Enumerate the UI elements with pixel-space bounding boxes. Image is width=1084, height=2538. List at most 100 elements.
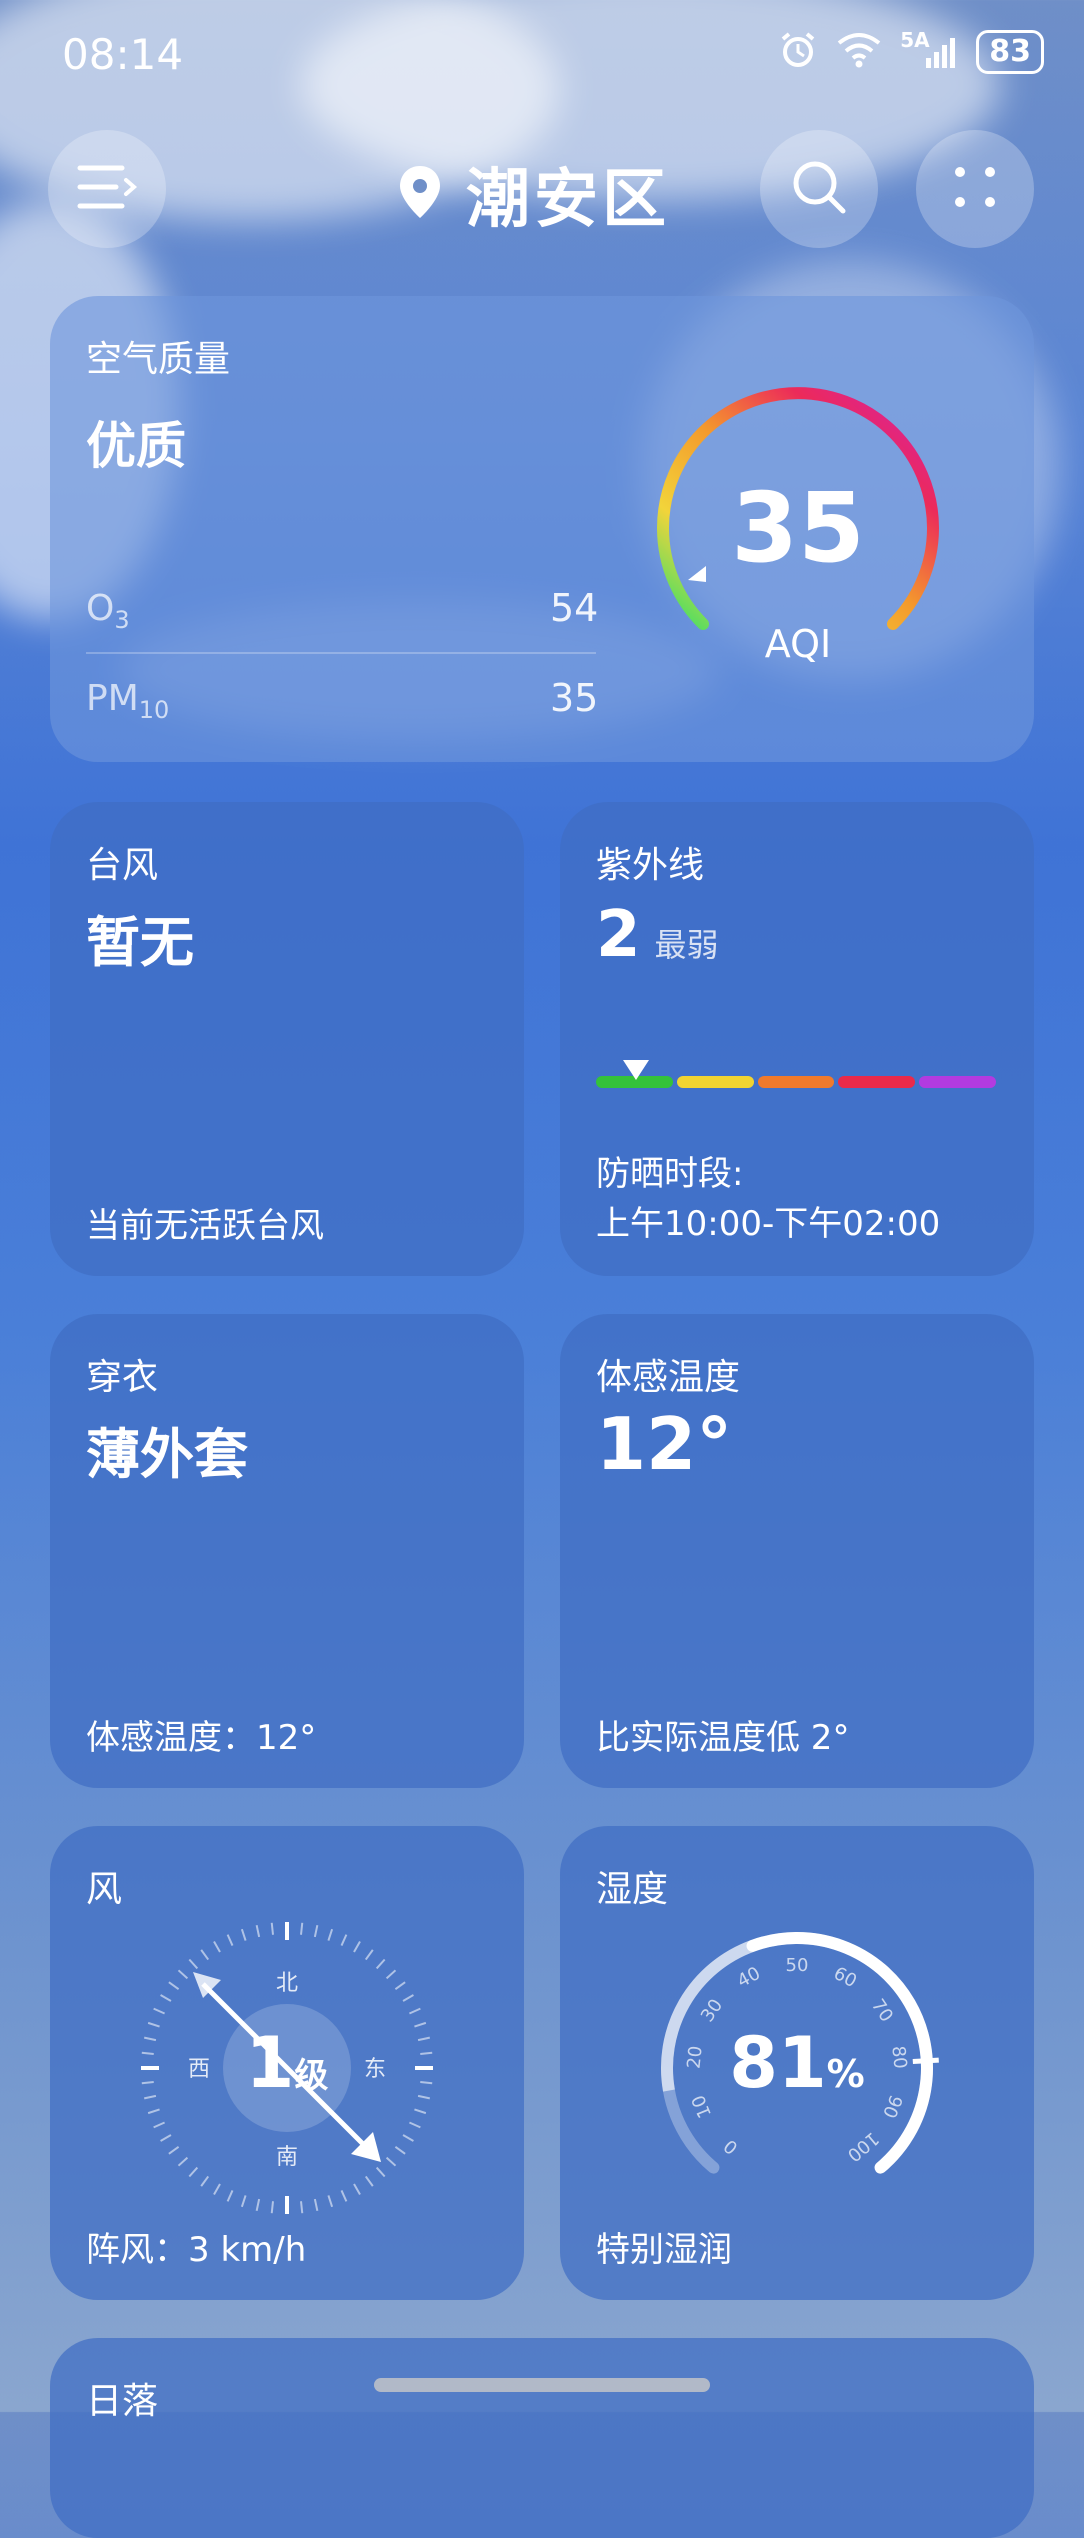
humidity-value: 81%	[729, 2022, 865, 2104]
wind-title: 风	[86, 1869, 123, 1910]
wind-dial-tick	[417, 2036, 431, 2042]
air-quality-card[interactable]: 空气质量 优质 O3 54 PM10 35 35 AQI	[50, 296, 1034, 762]
wind-dial-tick	[385, 1969, 397, 1980]
o3-value: 54	[550, 586, 599, 630]
humidity-tick-label: 100	[843, 2127, 883, 2165]
uv-segment	[919, 1076, 996, 1088]
feels-like-note: 比实际温度低 2°	[596, 1718, 850, 1758]
wind-dial-tick	[420, 2081, 433, 2085]
wind-dial-tick	[143, 2036, 157, 2042]
cell-signal-icon: 5A	[900, 28, 958, 72]
wind-dial-tick	[327, 2195, 334, 2208]
wifi-icon	[836, 31, 882, 73]
humidity-tick-label: 40	[734, 1963, 764, 1992]
wind-dial-tick	[340, 2190, 348, 2202]
wind-dial-tick	[402, 1994, 414, 2002]
wind-dial-tick	[255, 1924, 261, 1938]
battery-indicator: 83	[976, 30, 1044, 74]
wind-dial-tick	[364, 2175, 374, 2187]
humidity-note: 特别湿润	[596, 2230, 732, 2270]
uv-level: 最弱	[654, 926, 719, 964]
aqi-label: AQI	[764, 622, 832, 666]
wind-dial-tick	[270, 1922, 274, 1935]
uv-index: 2	[596, 898, 641, 972]
wind-dial-tick	[375, 1958, 386, 1970]
wind-dial-tick	[168, 1981, 180, 1991]
humidity-marker	[912, 2057, 939, 2065]
uv-segment	[757, 1076, 835, 1088]
location-selector[interactable]: 潮安区	[396, 148, 670, 240]
wind-dial-tick	[240, 1928, 247, 1941]
pm10-label: PM10	[86, 678, 170, 725]
air-quality-level: 优质	[86, 417, 186, 475]
wind-dial-tick	[141, 2051, 154, 2055]
wind-dial-tick	[188, 1958, 199, 1970]
home-indicator[interactable]	[374, 2378, 710, 2392]
wind-dial-tick	[141, 2081, 154, 2085]
location-name: 潮安区	[466, 163, 670, 237]
wind-dial-tick	[313, 2198, 319, 2212]
clothing-title: 穿衣	[86, 1357, 159, 1398]
wind-dial-tick	[300, 1922, 304, 1935]
uv-segment	[676, 1076, 754, 1088]
status-bar: 08:14 5A 83	[0, 0, 1084, 110]
humidity-tick-label: 60	[830, 1963, 860, 1992]
search-icon	[789, 157, 849, 221]
wind-dial-tick	[375, 2166, 386, 2178]
uv-title: 紫外线	[596, 845, 705, 886]
search-button[interactable]	[760, 130, 878, 248]
wind-dial-tick	[385, 2156, 397, 2167]
more-button[interactable]	[916, 130, 1034, 248]
uv-card[interactable]: 紫外线 2 最弱 防晒时段: 上午10:00-下午02:00	[560, 802, 1034, 1276]
wind-dial-tick	[353, 2183, 361, 2195]
wind-dial-tick	[327, 1928, 334, 1941]
status-time: 08:14	[62, 30, 184, 79]
uv-reading: 2 最弱	[596, 898, 719, 972]
top-bar: 潮安区	[0, 130, 1084, 250]
wind-dial-tick	[200, 2175, 210, 2187]
wind-gust: 阵风：3 km/h	[86, 2230, 307, 2270]
uv-segment	[838, 1076, 916, 1088]
aqi-value: 35	[731, 472, 865, 584]
wind-dial-tick	[143, 2094, 157, 2100]
wind-dial-tick	[147, 2021, 160, 2028]
sunset-title: 日落	[86, 2381, 159, 2422]
wind-dial-tick	[409, 2121, 421, 2129]
o3-label: O3	[86, 588, 130, 635]
wind-dial-tick	[168, 2145, 180, 2155]
clothing-card[interactable]: 穿衣 薄外套 体感温度：12°	[50, 1314, 524, 1788]
wind-dial-tick	[226, 1934, 234, 1946]
wind-dial-tick	[177, 2156, 189, 2167]
uv-marker-icon	[621, 1058, 651, 1086]
wind-dir-s: 南	[276, 2145, 298, 2170]
wind-dial-tick	[364, 1949, 374, 1961]
feels-like-card[interactable]: 体感温度 12° 比实际温度低 2°	[560, 1314, 1034, 1788]
wind-dial-tick	[402, 2134, 414, 2142]
wind-dial-tick	[255, 2198, 261, 2212]
typhoon-title: 台风	[86, 845, 159, 886]
clothing-note: 体感温度：12°	[86, 1718, 317, 1758]
wind-dial-tick	[420, 2051, 433, 2055]
humidity-card[interactable]: 湿度 0 10 20 30 40 50 60 70 80 90 100 81% 特别湿润	[560, 1826, 1034, 2300]
wind-dir-w: 西	[188, 2057, 210, 2082]
wind-dial-tick	[213, 2183, 221, 2195]
humidity-tick-label: 50	[786, 1955, 809, 1976]
air-quality-title: 空气质量	[86, 339, 231, 380]
wind-dial-tick	[414, 2108, 427, 2115]
wind-dial-tick	[226, 2190, 234, 2202]
pm10-value: 35	[550, 676, 599, 720]
wind-card[interactable]: 风 北 南 西 东 1级 阵风：3 km/h	[50, 1826, 524, 2300]
wind-dial-tick	[153, 2121, 165, 2129]
typhoon-card[interactable]: 台风 暂无 当前无活跃台风	[50, 802, 524, 1276]
row-divider	[86, 652, 596, 654]
humidity-tick-label: 0	[720, 2135, 742, 2158]
wind-dial-tick	[188, 2166, 199, 2178]
wind-dial-tick	[200, 1949, 210, 1961]
menu-icon	[76, 162, 138, 216]
sunset-card[interactable]: 日落	[50, 2338, 1034, 2538]
wind-dir-e: 东	[364, 2057, 386, 2082]
status-icons: 5A 83	[778, 28, 1044, 74]
wind-dial-tick	[300, 2201, 304, 2214]
menu-button[interactable]	[48, 130, 166, 248]
typhoon-status: 暂无	[86, 911, 194, 974]
